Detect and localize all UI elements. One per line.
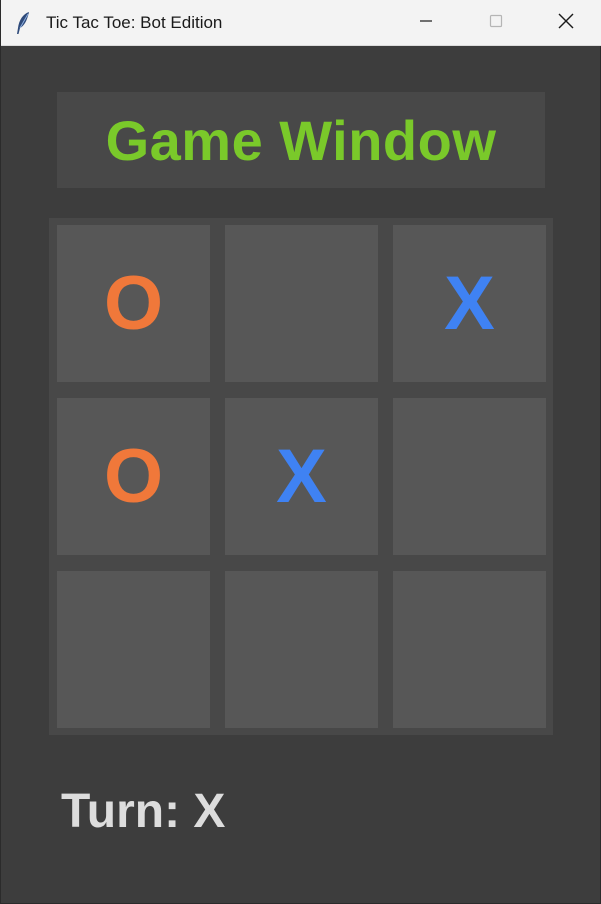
board-cell-7[interactable] bbox=[225, 571, 378, 728]
title-bar[interactable]: Tic Tac Toe: Bot Edition bbox=[1, 0, 601, 46]
maximize-icon bbox=[489, 14, 503, 33]
board-cell-8[interactable] bbox=[393, 571, 546, 728]
close-icon bbox=[558, 13, 574, 34]
maximize-button[interactable] bbox=[461, 0, 531, 46]
app-window: Tic Tac Toe: Bot Edition Game Window O X… bbox=[0, 0, 601, 904]
board-cell-1[interactable] bbox=[225, 225, 378, 382]
board-cell-6[interactable] bbox=[57, 571, 210, 728]
window-title: Tic Tac Toe: Bot Edition bbox=[46, 13, 223, 32]
board-cell-3[interactable]: O bbox=[57, 398, 210, 555]
game-board: O X O X bbox=[49, 218, 553, 735]
turn-indicator: Turn: X bbox=[61, 785, 226, 838]
minimize-icon bbox=[419, 14, 433, 33]
game-title: Game Window bbox=[105, 108, 497, 172]
board-cell-4[interactable]: X bbox=[225, 398, 378, 555]
close-button[interactable] bbox=[531, 0, 601, 46]
board-cell-2[interactable]: X bbox=[393, 225, 546, 382]
minimize-button[interactable] bbox=[391, 0, 461, 46]
board-cell-0[interactable]: O bbox=[57, 225, 210, 382]
board-cell-5[interactable] bbox=[393, 398, 546, 555]
game-header: Game Window bbox=[57, 92, 545, 188]
feather-icon bbox=[15, 11, 33, 35]
